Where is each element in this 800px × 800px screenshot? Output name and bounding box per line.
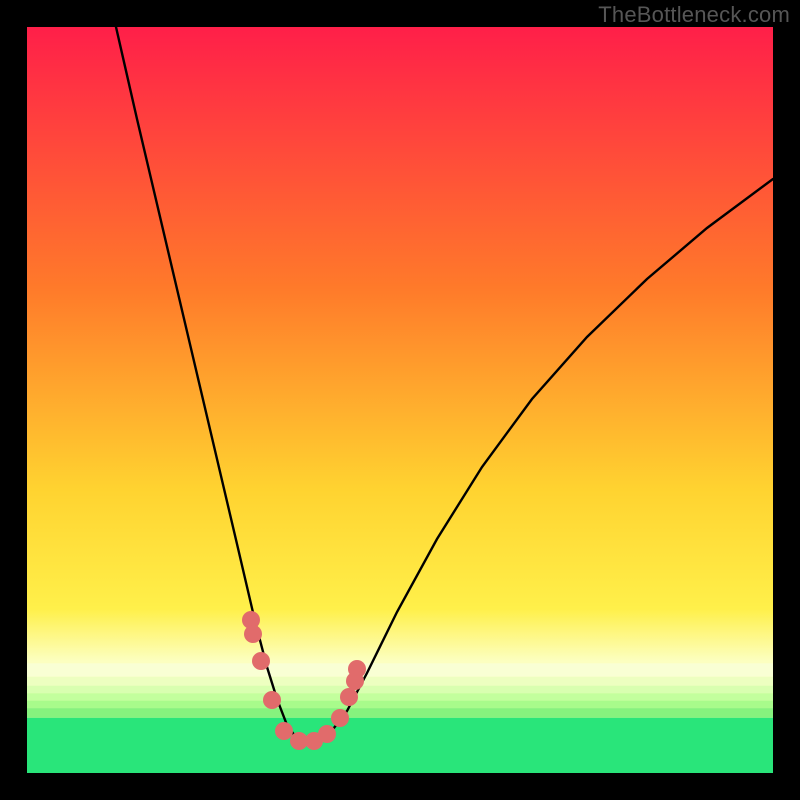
watermark-text: TheBottleneck.com	[598, 2, 790, 28]
chart-svg	[27, 27, 773, 773]
chart-frame	[27, 27, 773, 773]
chart-band	[27, 663, 773, 676]
chart-band	[27, 686, 773, 694]
chart-band	[27, 677, 773, 686]
highlight-dot	[340, 688, 358, 706]
highlight-dot	[252, 652, 270, 670]
highlight-dot	[318, 725, 336, 743]
chart-background	[27, 27, 773, 773]
highlight-dot	[244, 625, 262, 643]
chart-band	[27, 708, 773, 718]
chart-band	[27, 701, 773, 709]
highlight-dot	[331, 709, 349, 727]
highlight-dot	[348, 660, 366, 678]
chart-band	[27, 693, 773, 701]
highlight-dot	[275, 722, 293, 740]
chart-bands	[27, 663, 773, 773]
highlight-dot	[263, 691, 281, 709]
chart-band	[27, 718, 773, 773]
